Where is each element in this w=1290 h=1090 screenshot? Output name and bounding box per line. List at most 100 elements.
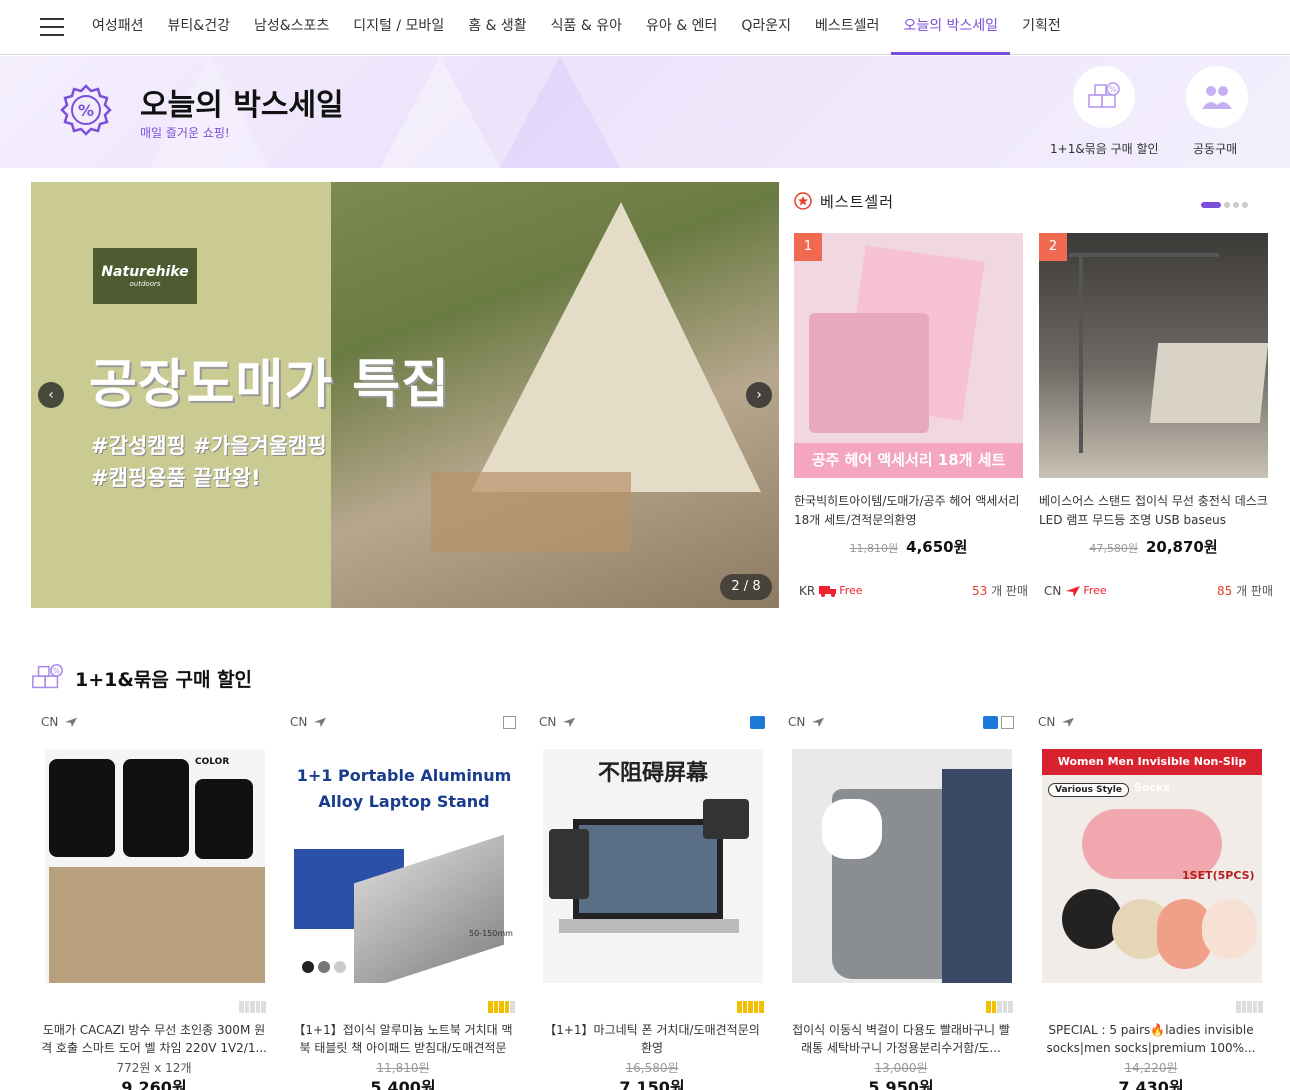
product-image[interactable]: COLOR [45,749,265,983]
sold-label: 개 판매 [991,584,1028,598]
level-indicator [986,1001,1014,1013]
image-note: Various Style [1048,783,1129,797]
sale-price: 9,260원 [121,1078,187,1090]
product-image[interactable]: 不阻碍屏幕 [543,749,763,983]
origin-code: KR [799,583,816,598]
bundle-section-header: % 1+1&묶음 구매 할인 [31,662,252,694]
image-headline: 1+1 Portable Aluminum Alloy Laptop Stand [296,766,512,811]
airplane-icon [1066,585,1081,597]
product-name[interactable]: 베이스어스 스탠드 접이식 무선 충전식 데스크 LED 램프 무드등 조명 U… [1039,492,1268,530]
bestseller-header: 베스트셀러 [794,190,894,212]
carousel-dot[interactable] [1242,202,1248,208]
product-name[interactable]: 【1+1】접이식 알루미늄 노트북 거치대 맥북 태블릿 책 아이패드 받침대/… [290,1021,516,1057]
product-name[interactable]: SPECIAL : 5 pairs🔥ladies invisible socks… [1038,1021,1264,1057]
doorbell-button-image [195,779,253,859]
product-card[interactable]: CN Women Men Invisible Non-Slip Socks Va… [1038,712,1264,1090]
video-icon [750,715,765,729]
product-name[interactable]: 도매가 CACAZI 방수 무선 초인종 300M 원격 호출 스마트 도어 벨… [41,1021,267,1057]
banner-next-button[interactable]: › [746,382,772,408]
group-buy-label[interactable]: 공동구매 [1193,140,1237,157]
svg-text:%: % [53,666,60,675]
hairpin-tray-image [809,313,929,433]
group-people-icon [1202,86,1232,109]
image-headline: Women Men Invisible Non-Slip Socks [1042,749,1262,794]
product-card[interactable]: CN 不阻碍屏幕 【1+1】마그네틱 폰 거치대/도매견적문의환영 16,580… [539,712,765,1090]
product-image[interactable]: 공주 헤어 액세서리 18개 세트 1 [794,233,1023,478]
original-price: 11,810원 [849,542,899,555]
brand-name: Naturehike [101,264,189,280]
carousel-dot[interactable] [1201,202,1221,208]
video-icon [983,715,998,729]
nav-item-food-baby[interactable]: 식품 & 유아 [539,0,634,55]
sold-label: 개 판매 [1236,584,1273,598]
product-name[interactable]: 한국빅히트아이템/도매가/공주 헤어 액세서리 18개 세트/견적문의환영 [794,492,1023,530]
media-badges [500,715,516,729]
product-name[interactable]: 접이식 이동식 벽걸이 다용도 빨래바구니 빨래통 세탁바구니 가정용분리수거함… [788,1021,1014,1057]
level-indicator [1236,1001,1264,1013]
product-image[interactable]: Women Men Invisible Non-Slip Socks Vario… [1042,749,1262,983]
nav-item-special[interactable]: 기획전 [1010,0,1073,55]
sold-count: 85 개 판매 [1217,582,1273,599]
bundle-discount-button[interactable]: % [1073,66,1135,128]
truck-icon [819,585,837,597]
phone-image [549,829,589,899]
product-card[interactable]: CN 1+1 Portable Aluminum Alloy Laptop St… [290,712,516,1090]
price-row: 11,810원 4,650원 [794,536,1023,557]
nav-item-mens-sports[interactable]: 남성&스포츠 [242,0,341,55]
group-buy-button[interactable] [1186,66,1248,128]
phone-image [703,799,749,839]
banner-tag-line: #캠핑용품 끝판왕! [91,466,261,490]
product-image[interactable]: 1+1 Portable Aluminum Alloy Laptop Stand… [294,749,514,983]
camping-table-image [431,472,631,552]
page-header: % 오늘의 박스세일 매일 즐거운 쇼핑! % 1+1&묶음 구매 할인 공동구… [0,56,1290,168]
bundle-discount-label[interactable]: 1+1&묶음 구매 할인 [1050,140,1159,157]
level-indicator [239,1001,267,1013]
origin-code: CN [290,715,308,729]
media-badges [747,715,765,729]
sale-price: 7,150원 [619,1078,685,1090]
product-name[interactable]: 【1+1】마그네틱 폰 거치대/도매견적문의환영 [539,1021,765,1057]
carousel-dots[interactable] [1201,202,1248,208]
airplane-icon [65,717,78,728]
product-card-top: CN [41,712,267,732]
carousel-dot[interactable] [1224,202,1230,208]
promo-banner[interactable]: Naturehike outdoors 공장도매가 특집 #감성캠핑 #가을겨울… [31,182,779,608]
nav-item-box-sale[interactable]: 오늘의 박스세일 [891,0,1011,55]
nav-item-beauty-health[interactable]: 뷰티&건강 [156,0,242,55]
airplane-icon [563,717,576,728]
color-swatch-gray [318,961,330,973]
nav-item-bestseller[interactable]: 베스트셀러 [803,0,891,55]
carousel-dot[interactable] [1233,202,1239,208]
svg-text:%: % [1109,85,1117,94]
bundle-box-icon: % [32,664,63,689]
doorbell-unit-image [49,759,115,857]
discount-badge-icon: % [60,84,112,136]
product-image[interactable]: 2 [1039,233,1268,478]
doorbell-unit-image [123,759,189,857]
product-image[interactable] [792,749,1012,983]
bestseller-card[interactable]: 2 베이스어스 스탠드 접이식 무선 충전식 데스크 LED 램프 무드등 조명… [1039,233,1268,557]
bestseller-card[interactable]: 공주 헤어 액세서리 18개 세트 1 한국빅히트아이템/도매가/공주 헤어 액… [794,233,1023,557]
svg-text:%: % [78,101,94,120]
nav-item-q-lounge[interactable]: Q라운지 [729,0,803,55]
product-card[interactable]: CN 접이식 이동식 벽걸이 다용도 빨래바구니 빨래통 세탁바구니 가정용분리… [788,712,1014,1090]
product-card[interactable]: CN COLOR 도매가 CACAZI 방수 무선 초인종 300M 원격 호출… [41,712,267,1090]
gallery-icon [1001,715,1014,729]
sale-price: 20,870원 [1145,538,1218,556]
sold-number: 53 [971,584,988,598]
sale-price: 5,400원 [370,1078,436,1090]
banner-prev-button[interactable]: ‹ [38,382,64,408]
brand-logo: Naturehike outdoors [93,248,197,304]
decor-shape [380,56,500,168]
shipping-meta: KR Free 53 개 판매 [799,582,1028,599]
nav-item-home-living[interactable]: 홈 & 생활 [456,0,538,55]
banner-tags: #감성캠핑 #가을겨울캠핑 #캠핑용품 끝판왕! [91,430,327,494]
nav-item-digital-mobile[interactable]: 디지털 / 모바일 [341,0,456,55]
menu-icon[interactable] [40,18,64,38]
sold-number: 85 [1216,584,1233,598]
nav-item-womens-fashion[interactable]: 여성패션 [80,0,156,55]
nav-item-kids-entertainment[interactable]: 유아 & 엔터 [634,0,729,55]
rank-badge: 2 [1039,233,1067,261]
product-card-top: CN [1038,712,1264,732]
decor-shape [500,56,620,168]
